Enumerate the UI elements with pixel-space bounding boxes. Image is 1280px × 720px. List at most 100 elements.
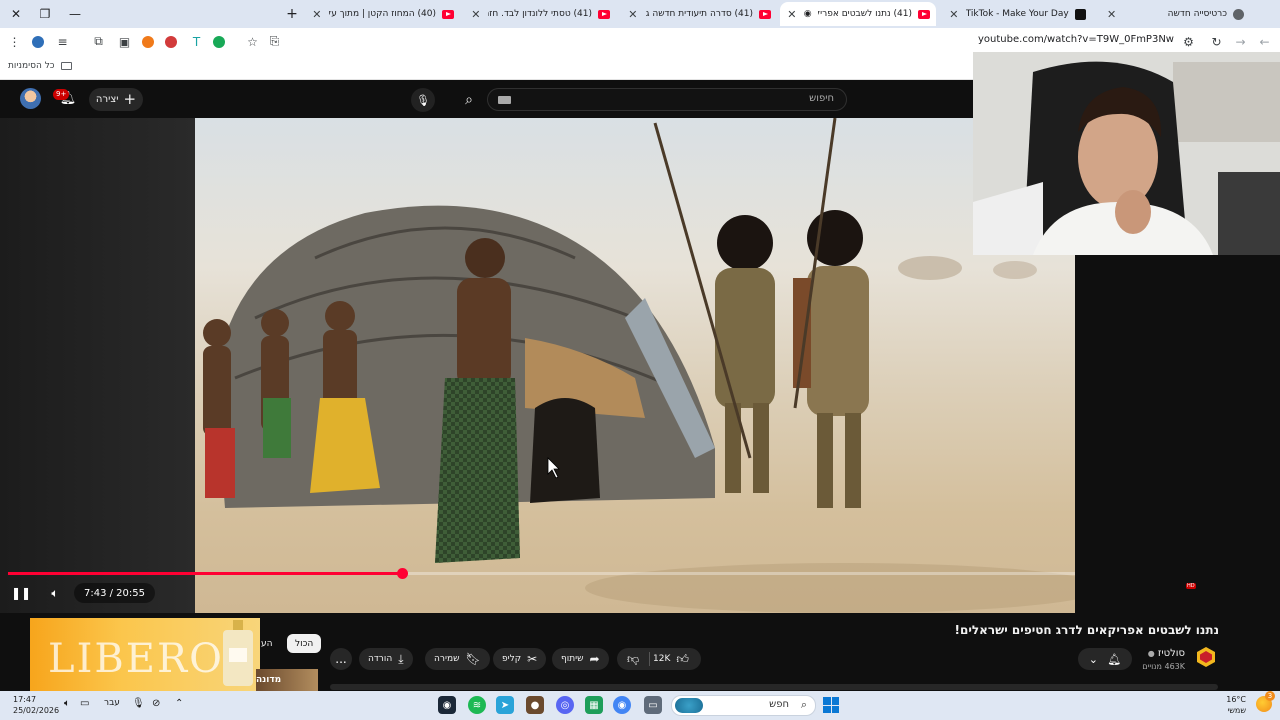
file-explorer-icon[interactable]: ▭ xyxy=(644,696,662,714)
tab-close-icon[interactable]: ✕ xyxy=(311,8,323,21)
clip-button[interactable]: ✂ קליפ xyxy=(493,648,547,670)
search-icon: ⌕ xyxy=(800,698,807,711)
like-dislike-group: 12K 👍︎ 👎︎ xyxy=(617,648,701,670)
tab-close-icon[interactable]: ✕ xyxy=(470,8,482,21)
extensions-puzzle-icon[interactable]: ⧉ xyxy=(91,34,106,49)
translate-extension-icon[interactable]: T xyxy=(189,34,204,49)
ad-brand-text: LIBERO xyxy=(48,636,224,682)
webcam-overlay xyxy=(973,52,1280,255)
extension-red-icon[interactable] xyxy=(165,36,177,48)
sheets-icon[interactable]: ▦ xyxy=(585,696,603,714)
browser-toolbar: ⋮ ≡ ⧉ ▣ T ☆ ⎘ youtube.com/watch?v=T9W_0F… xyxy=(0,28,1280,55)
picture-in-picture-icon[interactable]: ▣ xyxy=(117,34,132,49)
profile-extension-icon[interactable] xyxy=(32,36,44,48)
like-button[interactable]: 12K 👍︎ xyxy=(653,648,689,670)
address-bar[interactable]: youtube.com/watch?v=T9W_0FmP3Nw xyxy=(978,34,1174,45)
speaker-icon[interactable]: 🔈︎ xyxy=(64,698,70,709)
taskbar-search-box[interactable]: חפש ⌕ xyxy=(671,695,816,716)
search-input[interactable]: חיפוש xyxy=(487,88,847,111)
back-icon[interactable]: ← xyxy=(1257,34,1272,49)
related-thumb-text: מדונה xyxy=(256,675,282,685)
windows-start-icon[interactable] xyxy=(823,697,839,713)
chip-all[interactable]: הכול xyxy=(287,634,322,653)
tab-0[interactable]: ✕ כרטיסייה חדשה xyxy=(1100,2,1250,26)
keyboard-icon[interactable] xyxy=(498,96,511,104)
extension-orange-icon[interactable] xyxy=(142,36,154,48)
window-restore-icon[interactable]: ❐ xyxy=(35,4,55,24)
tab-close-icon[interactable]: ✕ xyxy=(786,8,798,21)
create-button[interactable]: יצירה + xyxy=(89,88,143,111)
progress-played xyxy=(8,572,402,575)
tab-active[interactable]: ✕ ◉ (41) נתנו לשבטים אפריקאי xyxy=(780,2,936,26)
tab-close-icon[interactable]: ✕ xyxy=(948,8,960,21)
tab-close-icon[interactable]: ✕ xyxy=(1106,8,1117,21)
spotify-icon[interactable]: ≋ xyxy=(468,696,486,714)
weather-widget[interactable]: 16°C שמשי xyxy=(1226,694,1246,716)
avatar[interactable] xyxy=(20,88,41,109)
subscriber-count: 463K מנויים xyxy=(1142,662,1185,671)
tab-5[interactable]: ✕ (40) המחוז הקטן | מתוך עלייתו xyxy=(305,2,460,26)
progress-scrubber-handle[interactable] xyxy=(397,568,408,579)
ad-banner[interactable]: LIBERO xyxy=(30,618,260,691)
chevron-down-icon: ⌄ xyxy=(1088,652,1098,666)
weather-desc: שמשי xyxy=(1227,706,1246,715)
youtube-icon xyxy=(918,9,930,19)
video-frame[interactable] xyxy=(195,118,1075,613)
tab-4[interactable]: ✕ (41) טסתי ללונדון לבד. חזרתי עם xyxy=(464,2,616,26)
reload-icon[interactable]: ↻ xyxy=(1209,34,1224,49)
tab-title: TikTok - Make Your Day xyxy=(965,9,1069,19)
chrome-taskbar-icon[interactable]: ◉ xyxy=(613,696,631,714)
related-video-thumbnail[interactable]: מדונה xyxy=(256,669,318,691)
reading-list-icon[interactable]: ≡ xyxy=(55,34,70,49)
network-icon[interactable]: ▭ xyxy=(80,698,89,709)
show-hidden-icons-chevron-icon[interactable]: ⌃ xyxy=(175,698,183,709)
player-letterbox-left xyxy=(0,118,195,613)
volume-icon[interactable]: 🔈︎ xyxy=(45,582,65,604)
save-label: שמירה xyxy=(434,654,460,664)
video-player[interactable]: ❚❚ 🔈︎ 7:43 / 20:55 ⏸︎ ▭ ⚙ ▭ ⤢ xyxy=(0,118,1075,613)
channel-name[interactable]: סולטיז ● xyxy=(1148,648,1185,659)
search-icon[interactable]: ⌕ xyxy=(455,88,483,111)
subscribed-button[interactable]: ⌄ 🔔︎ xyxy=(1078,648,1132,670)
share-button[interactable]: ➦ שיתוף xyxy=(552,648,609,670)
dislike-button[interactable]: 👎︎ xyxy=(627,648,639,670)
weather-temp: 16°C xyxy=(1226,695,1246,704)
more-actions-button[interactable]: ... xyxy=(330,648,352,670)
channel-logo[interactable] xyxy=(1195,646,1217,668)
search-highlight-image xyxy=(675,698,703,713)
bookmark-star-icon[interactable]: ☆ xyxy=(245,34,260,49)
all-bookmarks-button[interactable]: כל הסימניות xyxy=(8,61,72,71)
clock[interactable]: 17:47 25/02/2026 xyxy=(13,694,59,716)
discord-icon[interactable]: ◎ xyxy=(556,696,574,714)
microphone-tray-icon[interactable]: 🎙 xyxy=(132,698,145,709)
tab-3[interactable]: ✕ (41) סדרה תיעודית חדשה ג xyxy=(621,2,777,26)
site-settings-icon[interactable]: ⚙ xyxy=(1181,34,1196,49)
forward-icon[interactable]: → xyxy=(1233,34,1248,49)
tab-close-icon[interactable]: ✕ xyxy=(627,8,639,21)
window-close-icon[interactable]: ✕ xyxy=(6,4,26,24)
menu-kebab-icon[interactable]: ⋮ xyxy=(7,34,22,49)
chip-partial[interactable]: הע xyxy=(258,634,274,653)
clock-time: 17:47 xyxy=(13,695,37,704)
bookmarks-bar: כל הסימניות xyxy=(0,55,973,80)
new-tab-button[interactable]: + xyxy=(282,4,302,24)
perfume-bottle-image xyxy=(223,620,253,686)
pause-icon[interactable]: ❚❚ xyxy=(11,582,31,604)
audio-playing-icon[interactable]: ◉ xyxy=(804,9,812,19)
telegram-icon[interactable]: ➤ xyxy=(496,696,514,714)
steam-icon[interactable]: ◉ xyxy=(438,696,456,714)
language-indicator[interactable]: עבר xyxy=(104,698,120,708)
game-app-icon[interactable]: ● xyxy=(526,696,544,714)
tab-1[interactable]: ✕ TikTok - Make Your Day xyxy=(942,2,1092,26)
camera-off-icon[interactable]: ⊘ xyxy=(152,698,160,709)
microphone-icon[interactable]: 🎙 xyxy=(411,88,435,112)
window-minimize-icon[interactable]: — xyxy=(65,4,85,24)
tab-title: כרטיסייה חדשה xyxy=(1167,9,1227,19)
progress-bar[interactable] xyxy=(8,568,1075,579)
download-button[interactable]: ⤓ הורדה xyxy=(359,648,413,670)
tiktok-icon xyxy=(1075,8,1086,20)
cast-icon[interactable]: ⎘ xyxy=(267,34,282,49)
save-button[interactable]: 🔖︎ שמירה xyxy=(425,648,490,670)
create-label: יצירה xyxy=(95,94,119,105)
extension-green-icon[interactable] xyxy=(213,36,225,48)
